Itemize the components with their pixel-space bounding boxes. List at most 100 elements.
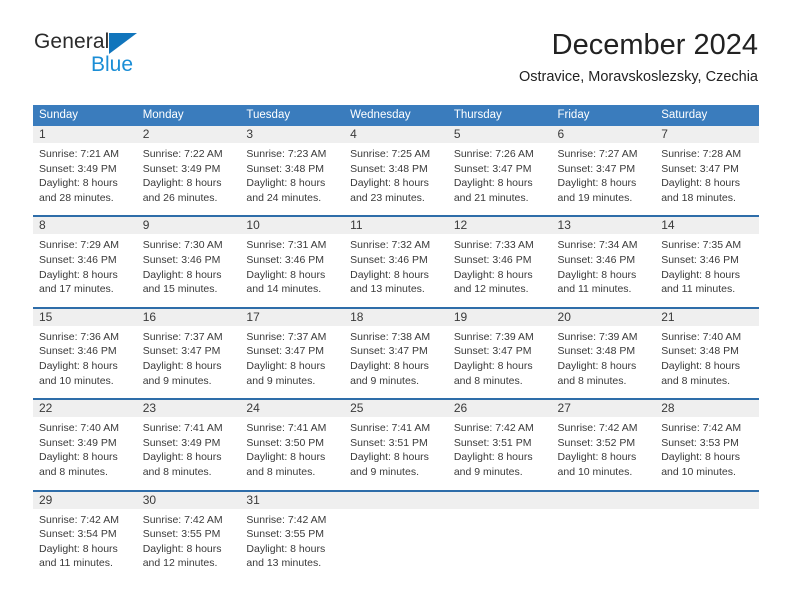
weekday-header-monday: Monday: [136, 105, 241, 126]
sunset-text: Sunset: 3:46 PM: [557, 253, 636, 266]
day-details: Sunrise: 7:40 AM Sunset: 3:48 PM Dayligh…: [655, 326, 759, 398]
day-details: Sunrise: 7:34 AM Sunset: 3:46 PM Dayligh…: [552, 234, 656, 306]
day-cell[interactable]: 1 Sunrise: 7:21 AM Sunset: 3:49 PM Dayli…: [33, 126, 137, 216]
day-cell[interactable]: 13 Sunrise: 7:34 AM Sunset: 3:46 PM Dayl…: [551, 215, 656, 308]
day-number: 29: [33, 491, 137, 509]
day-cell[interactable]: 5 Sunrise: 7:26 AM Sunset: 3:47 PM Dayli…: [447, 126, 552, 216]
daylight-text-line2: and 8 minutes.: [453, 374, 523, 387]
day-cell[interactable]: 18 Sunrise: 7:38 AM Sunset: 3:47 PM Dayl…: [344, 306, 448, 400]
day-cell[interactable]: 31 Sunrise: 7:42 AM Sunset: 3:55 PM Dayl…: [240, 489, 345, 581]
day-cell[interactable]: 27 Sunrise: 7:42 AM Sunset: 3:52 PM Dayl…: [551, 398, 656, 491]
day-cell[interactable]: 19 Sunrise: 7:39 AM Sunset: 3:47 PM Dayl…: [447, 306, 552, 400]
day-cell[interactable]: 14 Sunrise: 7:35 AM Sunset: 3:46 PM Dayl…: [655, 215, 759, 308]
day-number: [447, 491, 552, 509]
sunrise-text: Sunrise: 7:26 AM: [453, 148, 534, 160]
day-number: 24: [240, 400, 345, 418]
day-cell[interactable]: 20 Sunrise: 7:39 AM Sunset: 3:48 PM Dayl…: [551, 306, 656, 400]
day-number: 21: [655, 308, 759, 326]
daylight-text-line2: and 17 minutes.: [39, 283, 114, 296]
day-number: 22: [33, 400, 137, 418]
weekday-header-friday: Friday: [551, 105, 656, 126]
day-cell[interactable]: 21 Sunrise: 7:40 AM Sunset: 3:48 PM Dayl…: [655, 306, 759, 400]
sunrise-text: Sunrise: 7:33 AM: [453, 239, 534, 252]
daylight-text-line1: Daylight: 8 hours: [39, 542, 118, 555]
day-details: Sunrise: 7:42 AM Sunset: 3:52 PM Dayligh…: [552, 417, 656, 489]
daylight-text-line1: Daylight: 8 hours: [557, 177, 637, 190]
daylight-text-line1: Daylight: 8 hours: [453, 268, 533, 281]
sunrise-text: Sunrise: 7:30 AM: [142, 239, 223, 252]
sunrise-text: Sunrise: 7:35 AM: [661, 239, 742, 252]
day-number: 27: [551, 400, 656, 418]
day-cell[interactable]: 10 Sunrise: 7:31 AM Sunset: 3:46 PM Dayl…: [240, 215, 345, 308]
day-number: 30: [136, 491, 241, 509]
day-number: 8: [33, 217, 137, 235]
sunrise-text: Sunrise: 7:40 AM: [661, 330, 742, 343]
day-number: 1: [33, 126, 137, 143]
sunset-text: Sunset: 3:46 PM: [661, 253, 739, 266]
daylight-text-line1: Daylight: 8 hours: [39, 359, 118, 372]
daylight-text-line2: and 19 minutes.: [557, 191, 633, 204]
daylight-text-line2: and 12 minutes.: [142, 557, 218, 570]
daylight-text-line1: Daylight: 8 hours: [39, 177, 118, 190]
sunrise-text: Sunrise: 7:37 AM: [246, 330, 327, 343]
day-cell[interactable]: 28 Sunrise: 7:42 AM Sunset: 3:53 PM Dayl…: [655, 398, 759, 491]
day-cell[interactable]: 9 Sunrise: 7:30 AM Sunset: 3:46 PM Dayli…: [136, 215, 241, 308]
day-cell[interactable]: 12 Sunrise: 7:33 AM Sunset: 3:46 PM Dayl…: [447, 215, 552, 308]
daylight-text-line2: and 26 minutes.: [142, 191, 218, 204]
sunrise-text: Sunrise: 7:21 AM: [39, 148, 119, 160]
day-cell[interactable]: 6 Sunrise: 7:27 AM Sunset: 3:47 PM Dayli…: [551, 126, 656, 216]
sunset-text: Sunset: 3:48 PM: [557, 345, 636, 358]
daylight-text-line2: and 11 minutes.: [661, 283, 736, 296]
day-number: 25: [344, 400, 448, 418]
day-cell[interactable]: 15 Sunrise: 7:36 AM Sunset: 3:46 PM Dayl…: [33, 306, 137, 400]
sunrise-text: Sunrise: 7:34 AM: [557, 239, 638, 252]
sunrise-text: Sunrise: 7:25 AM: [350, 148, 431, 160]
day-cell[interactable]: 17 Sunrise: 7:37 AM Sunset: 3:47 PM Dayl…: [240, 306, 345, 400]
day-cell[interactable]: 7 Sunrise: 7:28 AM Sunset: 3:47 PM Dayli…: [655, 126, 759, 216]
weekday-header-thursday: Thursday: [447, 105, 552, 126]
sunrise-text: Sunrise: 7:40 AM: [39, 422, 119, 435]
day-cell[interactable]: 8 Sunrise: 7:29 AM Sunset: 3:46 PM Dayli…: [33, 215, 137, 308]
logo-triangle-icon: [109, 33, 137, 54]
day-number: 6: [551, 126, 656, 143]
daylight-text-line2: and 18 minutes.: [661, 191, 736, 204]
day-cell[interactable]: 23 Sunrise: 7:41 AM Sunset: 3:49 PM Dayl…: [136, 398, 241, 491]
day-cell[interactable]: 24 Sunrise: 7:41 AM Sunset: 3:50 PM Dayl…: [240, 398, 345, 491]
general-blue-logo[interactable]: General Blue: [34, 30, 264, 90]
sunrise-text: Sunrise: 7:42 AM: [661, 422, 742, 435]
daylight-text-line1: Daylight: 8 hours: [661, 177, 741, 190]
logo-text-general: General: [34, 30, 110, 53]
day-cell[interactable]: 25 Sunrise: 7:41 AM Sunset: 3:51 PM Dayl…: [344, 398, 448, 491]
sunset-text: Sunset: 3:51 PM: [350, 436, 428, 449]
day-cell[interactable]: 30 Sunrise: 7:42 AM Sunset: 3:55 PM Dayl…: [136, 489, 241, 581]
day-cell[interactable]: 22 Sunrise: 7:40 AM Sunset: 3:49 PM Dayl…: [33, 398, 137, 491]
daylight-text-line1: Daylight: 8 hours: [246, 542, 326, 555]
day-details: Sunrise: 7:23 AM Sunset: 3:48 PM Dayligh…: [240, 143, 344, 215]
day-cell[interactable]: 16 Sunrise: 7:37 AM Sunset: 3:47 PM Dayl…: [136, 306, 241, 400]
daylight-text-line1: Daylight: 8 hours: [142, 542, 222, 555]
calendar-body: 1 Sunrise: 7:21 AM Sunset: 3:49 PM Dayli…: [33, 126, 759, 581]
day-number: 17: [240, 308, 345, 326]
sunrise-text: Sunrise: 7:28 AM: [661, 148, 742, 160]
sunrise-text: Sunrise: 7:36 AM: [39, 330, 119, 343]
sunset-text: Sunset: 3:46 PM: [142, 253, 221, 266]
daylight-text-line1: Daylight: 8 hours: [246, 359, 326, 372]
day-details: [344, 509, 448, 573]
day-cell[interactable]: 26 Sunrise: 7:42 AM Sunset: 3:51 PM Dayl…: [447, 398, 552, 491]
day-cell[interactable]: 4 Sunrise: 7:25 AM Sunset: 3:48 PM Dayli…: [344, 126, 448, 216]
day-cell[interactable]: 29 Sunrise: 7:42 AM Sunset: 3:54 PM Dayl…: [33, 489, 137, 581]
daylight-text-line2: and 8 minutes.: [142, 465, 212, 478]
daylight-text-line2: and 10 minutes.: [39, 374, 114, 387]
day-cell[interactable]: 3 Sunrise: 7:23 AM Sunset: 3:48 PM Dayli…: [240, 126, 345, 216]
day-details: Sunrise: 7:32 AM Sunset: 3:46 PM Dayligh…: [344, 234, 448, 306]
day-details: Sunrise: 7:22 AM Sunset: 3:49 PM Dayligh…: [137, 143, 241, 215]
sunset-text: Sunset: 3:49 PM: [142, 162, 221, 175]
daylight-text-line2: and 9 minutes.: [453, 465, 523, 478]
daylight-text-line1: Daylight: 8 hours: [142, 177, 222, 190]
day-cell[interactable]: 11 Sunrise: 7:32 AM Sunset: 3:46 PM Dayl…: [344, 215, 448, 308]
day-number: 2: [136, 126, 241, 143]
daylight-text-line1: Daylight: 8 hours: [453, 451, 533, 464]
day-number: 20: [551, 308, 656, 326]
sunrise-text: Sunrise: 7:23 AM: [246, 148, 327, 160]
day-cell[interactable]: 2 Sunrise: 7:22 AM Sunset: 3:49 PM Dayli…: [136, 126, 241, 216]
